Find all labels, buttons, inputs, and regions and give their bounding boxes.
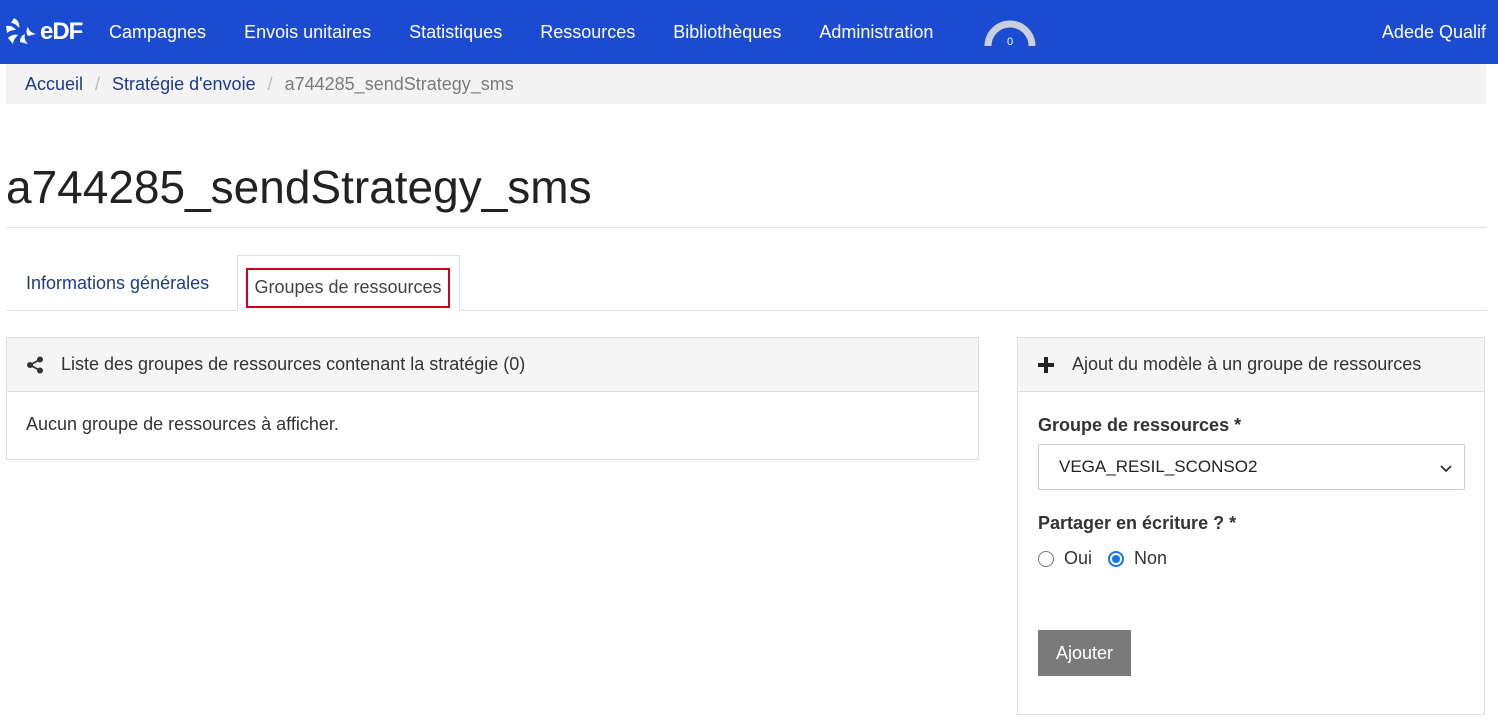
empty-list-message: Aucun groupe de ressources à afficher.: [26, 414, 339, 434]
add-to-group-form: Groupe de ressources * VEGA_RESIL_SCONSO…: [1018, 415, 1484, 569]
nav-envois-unitaires[interactable]: Envois unitaires: [225, 0, 390, 64]
nav-bibliotheques[interactable]: Bibliothèques: [654, 0, 800, 64]
edf-logo[interactable]: eDF: [2, 14, 90, 50]
main-nav: Campagnes Envois unitaires Statistiques …: [90, 0, 952, 64]
share-write-radio-group: Oui Non: [1038, 548, 1464, 569]
chevron-down-icon: [1440, 465, 1452, 473]
top-navbar: eDF Campagnes Envois unitaires Statistiq…: [0, 0, 1498, 64]
logo-text: eDF: [40, 18, 83, 45]
group-select-label: Groupe de ressources *: [1038, 415, 1242, 435]
resource-group-select[interactable]: VEGA_RESIL_SCONSO2: [1038, 444, 1465, 490]
share-nodes-icon: [25, 355, 45, 375]
breadcrumb-current: a744285_sendStrategy_sms: [284, 73, 514, 94]
tab-bar: Informations générales Groupes de ressou…: [6, 255, 1486, 311]
nav-administration[interactable]: Administration: [800, 0, 952, 64]
tab-informations-generales[interactable]: Informations générales: [6, 255, 229, 311]
radio-oui-label: Oui: [1064, 548, 1093, 568]
radio-non-label: Non: [1134, 548, 1168, 568]
radio-non[interactable]: Non: [1108, 548, 1167, 569]
breadcrumb: Accueil / Stratégie d'envoie / a744285_s…: [6, 64, 1486, 104]
tab-groupes-label: Groupes de ressources: [246, 268, 450, 308]
user-menu[interactable]: Adede Qualif: [1382, 0, 1486, 64]
nav-statistiques[interactable]: Statistiques: [390, 0, 521, 64]
gauge-widget: 0: [982, 16, 1038, 50]
list-panel-heading: Liste des groupes de ressources contenan…: [7, 338, 978, 392]
nav-ressources[interactable]: Ressources: [521, 0, 654, 64]
tab-groupes-de-ressources[interactable]: Groupes de ressources: [237, 255, 460, 311]
edf-logo-icon: [6, 18, 36, 44]
resource-groups-list-panel: Liste des groupes de ressources contenan…: [6, 337, 979, 460]
page-title: a744285_sendStrategy_sms: [6, 161, 592, 213]
share-write-label: Partager en écriture ? *: [1038, 513, 1237, 533]
list-panel-title: Liste des groupes de ressources contenan…: [61, 354, 526, 374]
radio-oui-circle[interactable]: [1038, 550, 1054, 567]
plus-icon: [1036, 355, 1056, 375]
resource-group-select-value: VEGA_RESIL_SCONSO2: [1059, 457, 1258, 476]
radio-non-circle[interactable]: [1108, 550, 1125, 567]
gauge-value: 0: [1006, 36, 1014, 48]
title-divider: [6, 227, 1486, 228]
breadcrumb-separator: /: [267, 73, 273, 94]
add-panel-title: Ajout du modèle à un groupe de ressource…: [1072, 354, 1422, 374]
add-button[interactable]: Ajouter: [1038, 630, 1131, 676]
breadcrumb-section[interactable]: Stratégie d'envoie: [112, 74, 256, 95]
breadcrumb-home[interactable]: Accueil: [25, 74, 83, 95]
breadcrumb-separator: /: [95, 73, 101, 94]
nav-campagnes[interactable]: Campagnes: [90, 0, 225, 64]
add-to-group-panel: Ajout du modèle à un groupe de ressource…: [1017, 337, 1485, 715]
radio-oui[interactable]: Oui: [1038, 548, 1092, 569]
add-panel-heading: Ajout du modèle à un groupe de ressource…: [1018, 338, 1484, 392]
